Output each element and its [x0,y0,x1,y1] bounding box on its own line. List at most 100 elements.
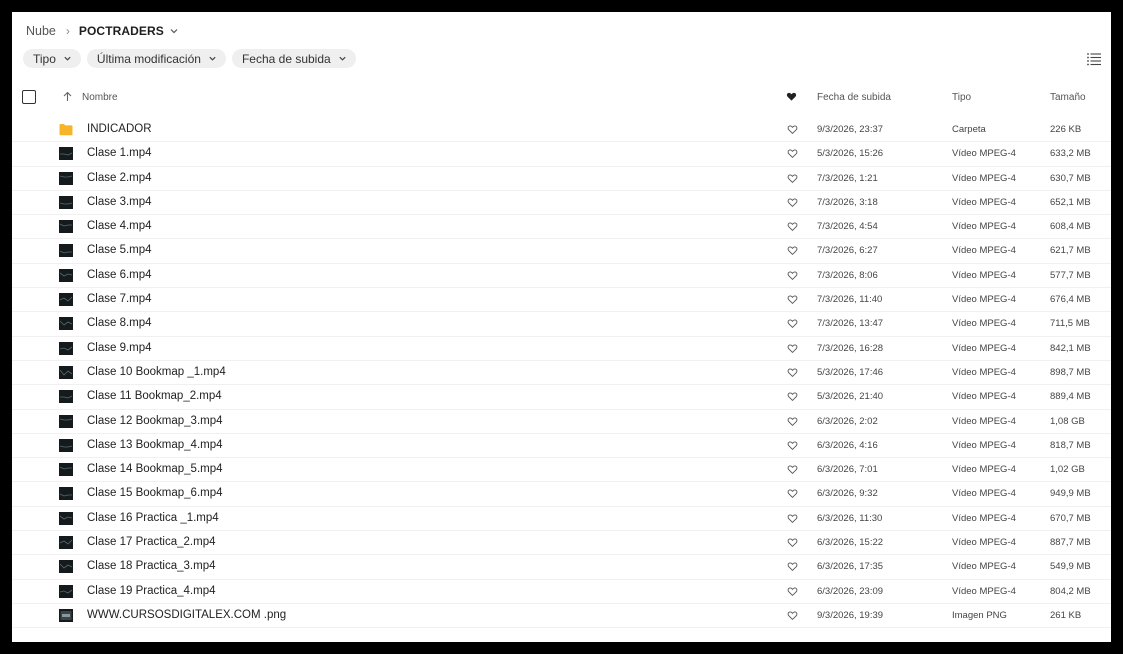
table-row[interactable]: Clase 8.mp4 7/3/2026, 13:47 Vídeo MPEG-4 71… [12,312,1111,337]
table-row[interactable]: Clase 9.mp4 7/3/2026, 16:28 Vídeo MPEG-4 84… [12,337,1111,361]
file-name[interactable]: Clase 6.mp4 [87,269,152,281]
heart-icon[interactable] [787,464,798,475]
column-header-size[interactable]: Tamaño [1050,92,1086,103]
table-row[interactable]: Clase 18 Practica_3.mp4 6/3/2026, 17:35 Ví… [12,555,1111,580]
table-row[interactable]: Clase 13 Bookmap_4.mp4 6/3/2026, 4:16 Víde… [12,434,1111,459]
filter-type[interactable]: Tipo [23,49,81,68]
file-name[interactable]: WWW.CURSOSDIGITALEX.COM .png [87,609,286,621]
file-name[interactable]: Clase 18 Practica_3.mp4 [87,560,215,572]
file-size: 621,7 MB [1050,245,1091,257]
file-type: Vídeo MPEG-4 [952,415,1016,427]
breadcrumb-root[interactable]: Nube [26,24,56,38]
video-thumbnail-icon [59,171,73,185]
file-type: Vídeo MPEG-4 [952,391,1016,403]
filter-bar: Tipo Última modificación Fecha de subida [23,49,356,68]
column-header-name[interactable]: Nombre [82,92,118,103]
file-name[interactable]: Clase 17 Practica_2.mp4 [87,536,215,548]
table-row[interactable]: Clase 1.mp4 5/3/2026, 15:26 Vídeo MPEG-4 63… [12,142,1111,167]
heart-icon[interactable] [787,124,798,135]
heart-icon[interactable] [787,586,798,597]
sort-ascending-icon[interactable] [62,91,73,105]
file-name[interactable]: Clase 19 Practica_4.mp4 [87,585,215,597]
upload-date: 7/3/2026, 4:54 [817,221,878,233]
heart-icon[interactable] [787,294,798,305]
heart-icon[interactable] [787,270,798,281]
table-row[interactable]: WWW.CURSOSDIGITALEX.COM .png 9/3/2026, 19… [12,604,1111,629]
table-row[interactable]: Clase 5.mp4 7/3/2026, 6:27 Vídeo MPEG-4 621… [12,239,1111,264]
file-name[interactable]: Clase 2.mp4 [87,172,152,184]
table-row[interactable]: Clase 10 Bookmap _1.mp4 5/3/2026, 17:46 Ví… [12,361,1111,386]
heart-icon[interactable] [787,488,798,499]
breadcrumb-current[interactable]: POCTRADERS [79,24,164,38]
heart-icon[interactable] [787,391,798,402]
table-row[interactable]: Clase 4.mp4 7/3/2026, 4:54 Vídeo MPEG-4 608… [12,215,1111,240]
table-row[interactable]: Clase 7.mp4 7/3/2026, 11:40 Vídeo MPEG-4 67… [12,288,1111,313]
table-row[interactable]: Clase 6.mp4 7/3/2026, 8:06 Vídeo MPEG-4 577… [12,264,1111,289]
file-name[interactable]: Clase 14 Bookmap_5.mp4 [87,463,223,475]
file-name[interactable]: INDICADOR [87,123,152,135]
column-header-date[interactable]: Fecha de subida [817,92,891,103]
file-name[interactable]: Clase 8.mp4 [87,317,152,329]
file-name[interactable]: Clase 5.mp4 [87,244,152,256]
filter-last-modified[interactable]: Última modificación [86,49,226,68]
file-type: Vídeo MPEG-4 [952,148,1016,160]
file-type: Vídeo MPEG-4 [952,245,1016,257]
favorite-column-icon[interactable] [786,91,797,105]
file-name[interactable]: Clase 7.mp4 [87,293,152,305]
file-name[interactable]: Clase 11 Bookmap_2.mp4 [87,390,222,402]
heart-icon[interactable] [787,343,798,354]
file-size: 577,7 MB [1050,269,1091,281]
file-type: Vídeo MPEG-4 [952,221,1016,233]
filter-upload-date[interactable]: Fecha de subida [231,49,356,68]
table-row[interactable]: Clase 16 Practica _1.mp4 6/3/2026, 11:30 V… [12,507,1111,532]
select-all-checkbox[interactable] [22,90,36,104]
upload-date: 5/3/2026, 15:26 [817,148,884,160]
file-name[interactable]: Clase 1.mp4 [87,147,152,159]
file-name[interactable]: Clase 3.mp4 [87,196,152,208]
upload-date: 6/3/2026, 17:35 [817,561,884,573]
file-name[interactable]: Clase 16 Practica _1.mp4 [87,512,219,524]
video-thumbnail-icon [59,584,73,598]
heart-icon[interactable] [787,173,798,184]
file-name[interactable]: Clase 12 Bookmap_3.mp4 [87,415,223,427]
file-type: Vídeo MPEG-4 [952,512,1016,524]
chevron-down-icon [338,54,347,63]
heart-icon[interactable] [787,148,798,159]
file-name[interactable]: Clase 4.mp4 [87,220,152,232]
list-view-icon[interactable] [1086,51,1102,67]
table-row[interactable]: Clase 15 Bookmap_6.mp4 6/3/2026, 9:32 Víde… [12,482,1111,507]
file-type: Vídeo MPEG-4 [952,537,1016,549]
table-row[interactable]: Clase 2.mp4 7/3/2026, 1:21 Vídeo MPEG-4 630… [12,167,1111,191]
file-name[interactable]: Clase 13 Bookmap_4.mp4 [87,439,223,451]
video-thumbnail-icon [59,365,73,379]
file-name[interactable]: Clase 10 Bookmap _1.mp4 [87,366,226,378]
heart-icon[interactable] [787,197,798,208]
heart-icon[interactable] [787,513,798,524]
heart-icon[interactable] [787,221,798,232]
heart-icon[interactable] [787,561,798,572]
file-type: Carpeta [952,124,986,135]
file-type: Vídeo MPEG-4 [952,172,1016,184]
upload-date: 9/3/2026, 19:39 [817,609,884,621]
table-row[interactable]: Clase 11 Bookmap_2.mp4 5/3/2026, 21:40 Víd… [12,385,1111,410]
heart-icon[interactable] [787,610,798,621]
heart-icon[interactable] [787,367,798,378]
heart-icon[interactable] [787,245,798,256]
file-name[interactable]: Clase 9.mp4 [87,342,152,354]
table-row[interactable]: Clase 17 Practica_2.mp4 6/3/2026, 15:22 Ví… [12,531,1111,556]
heart-icon[interactable] [787,440,798,451]
table-row[interactable]: INDICADOR 9/3/2026, 23:37 Carpeta 226 KB [12,118,1111,143]
table-row[interactable]: Clase 19 Practica_4.mp4 6/3/2026, 23:09 Ví… [12,580,1111,604]
upload-date: 7/3/2026, 6:27 [817,245,878,257]
chevron-down-icon[interactable] [169,26,179,36]
video-thumbnail-icon [59,438,73,452]
upload-date: 7/3/2026, 13:47 [817,318,884,330]
table-row[interactable]: Clase 14 Bookmap_5.mp4 6/3/2026, 7:01 Víde… [12,458,1111,483]
heart-icon[interactable] [787,537,798,548]
heart-icon[interactable] [787,416,798,427]
file-name[interactable]: Clase 15 Bookmap_6.mp4 [87,487,223,499]
table-row[interactable]: Clase 3.mp4 7/3/2026, 3:18 Vídeo MPEG-4 652… [12,191,1111,216]
column-header-type[interactable]: Tipo [952,92,971,103]
heart-icon[interactable] [787,318,798,329]
table-row[interactable]: Clase 12 Bookmap_3.mp4 6/3/2026, 2:02 Víde… [12,410,1111,434]
